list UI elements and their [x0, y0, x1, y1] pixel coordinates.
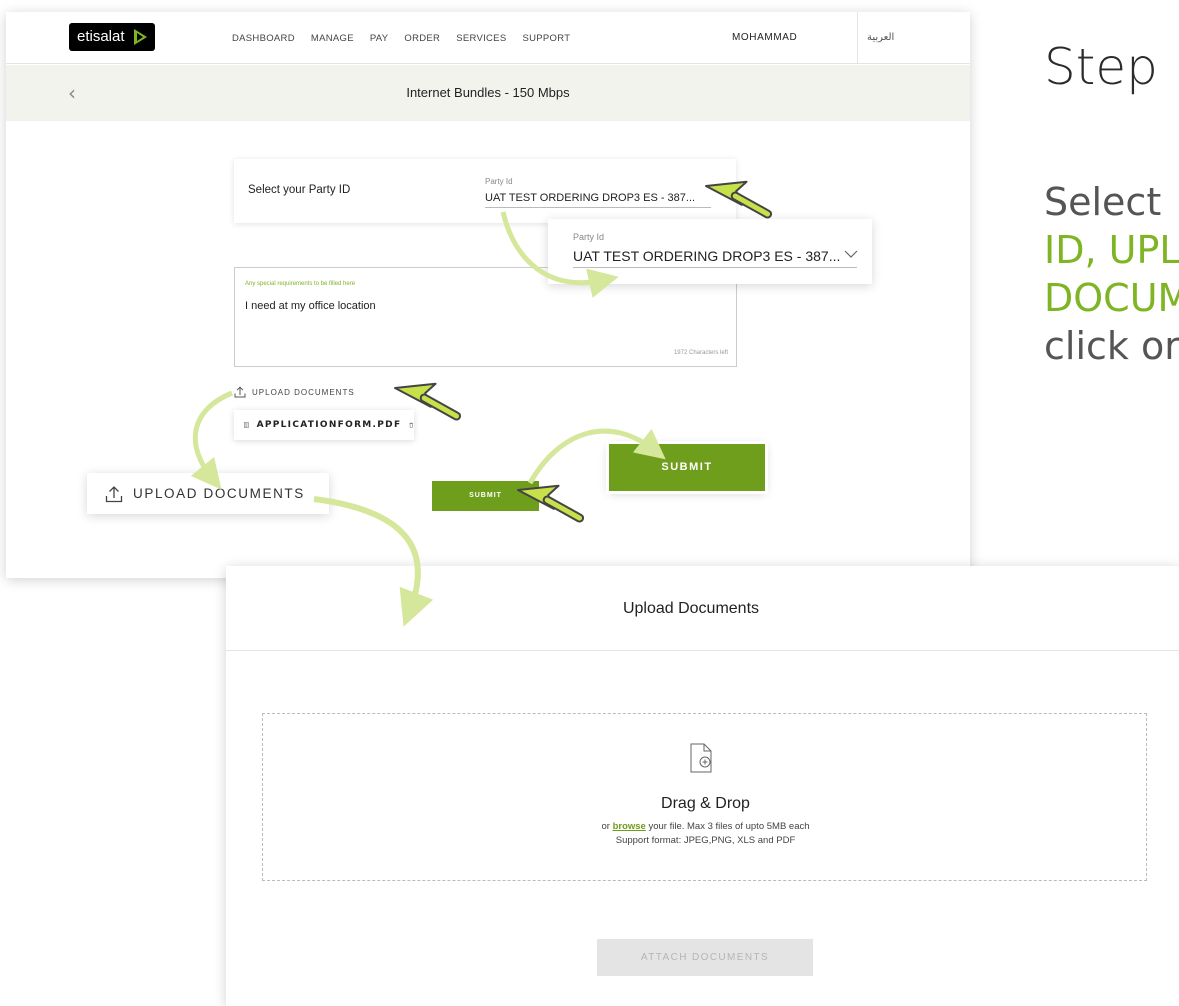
user-name[interactable]: MOHAMMAD	[732, 12, 797, 64]
trash-icon[interactable]	[409, 419, 414, 431]
browse-link[interactable]: browse	[613, 821, 646, 832]
upload-icon	[105, 485, 123, 502]
party-id-zoom-select[interactable]: UAT TEST ORDERING DROP3 ES - 387...	[573, 248, 857, 268]
upload-icon	[234, 386, 246, 398]
nav-item-services[interactable]: SERVICES	[456, 33, 506, 44]
file-name: APPLICATIONFORM.PDF	[256, 420, 402, 430]
supported-formats: Support format: JPEG,PNG, XLS and PDF	[615, 835, 796, 846]
modal-title: Upload Documents	[622, 600, 760, 617]
upload-documents-label: UPLOAD DOCUMENTS	[252, 387, 355, 397]
step-line-3: DOCUM	[1044, 276, 1179, 320]
logo-text: etisalat	[77, 28, 125, 45]
language-switch[interactable]: العربية	[867, 12, 894, 64]
modal-header: Upload Documents	[226, 566, 1179, 651]
step-title: Step	[1044, 38, 1158, 96]
upload-documents-link[interactable]: UPLOAD DOCUMENTS	[234, 386, 355, 398]
requirements-value[interactable]: I need at my office location	[245, 300, 376, 312]
party-id-select[interactable]: UAT TEST ORDERING DROP3 ES - 387...	[485, 192, 711, 208]
page-header-bar: ‹ Internet Bundles - 150 Mbps	[6, 65, 970, 121]
attach-documents-button[interactable]: ATTACH DOCUMENTS	[597, 939, 813, 976]
party-id-dropdown-zoom: Party Id UAT TEST ORDERING DROP3 ES - 38…	[548, 219, 872, 284]
upload-documents-zoom-label: UPLOAD DOCUMENTS	[133, 486, 305, 501]
logo-mark-icon	[134, 29, 147, 45]
step-description: Select ID, UPL DOCUM click or	[1044, 178, 1179, 370]
top-navigation: etisalat DASHBOARD MANAGE PAY ORDER SERV…	[6, 12, 970, 64]
file-add-icon	[690, 743, 712, 773]
step-line-4: click or	[1044, 324, 1179, 368]
drag-drop-title: Drag & Drop	[661, 795, 750, 812]
party-id-label: Select your Party ID	[248, 184, 351, 196]
main-nav: DASHBOARD MANAGE PAY ORDER SERVICES SUPP…	[232, 12, 586, 64]
document-icon	[244, 422, 249, 428]
uploaded-file-chip: APPLICATIONFORM.PDF	[234, 410, 414, 440]
step-line-2: ID, UPL	[1044, 228, 1179, 272]
file-dropzone[interactable]: Drag & Drop or browse your file. Max 3 f…	[262, 713, 1147, 881]
party-id-card: Select your Party ID Party Id UAT TEST O…	[234, 159, 736, 223]
upload-documents-zoom[interactable]: UPLOAD DOCUMENTS	[87, 473, 329, 514]
page-title: Internet Bundles - 150 Mbps	[406, 85, 570, 100]
party-id-field-label: Party Id	[485, 177, 513, 186]
characters-left-counter: 1972 Characters left	[673, 350, 728, 356]
upload-documents-modal: Upload Documents Drag & Drop or browse y…	[226, 566, 1179, 1006]
submit-button-zoom[interactable]: SUBMIT	[609, 444, 765, 491]
nav-item-support[interactable]: SUPPORT	[522, 33, 570, 44]
browse-prefix: or	[601, 821, 613, 832]
requirements-label: Any special requirements to be filled he…	[245, 281, 356, 287]
etisalat-logo[interactable]: etisalat	[69, 23, 155, 51]
step-line-1: Select	[1044, 180, 1162, 224]
nav-item-dashboard[interactable]: DASHBOARD	[232, 33, 295, 44]
nav-item-pay[interactable]: PAY	[370, 33, 389, 44]
nav-item-manage[interactable]: MANAGE	[311, 33, 354, 44]
submit-button[interactable]: SUBMIT	[432, 481, 539, 511]
browse-hint: or browse your file. Max 3 files of upto…	[263, 821, 1148, 832]
nav-divider	[857, 12, 858, 64]
party-id-zoom-label: Party Id	[573, 232, 605, 242]
browse-suffix: your file. Max 3 files of upto 5MB each	[645, 821, 810, 832]
nav-item-order[interactable]: ORDER	[404, 33, 440, 44]
chevron-down-icon[interactable]	[844, 249, 858, 259]
